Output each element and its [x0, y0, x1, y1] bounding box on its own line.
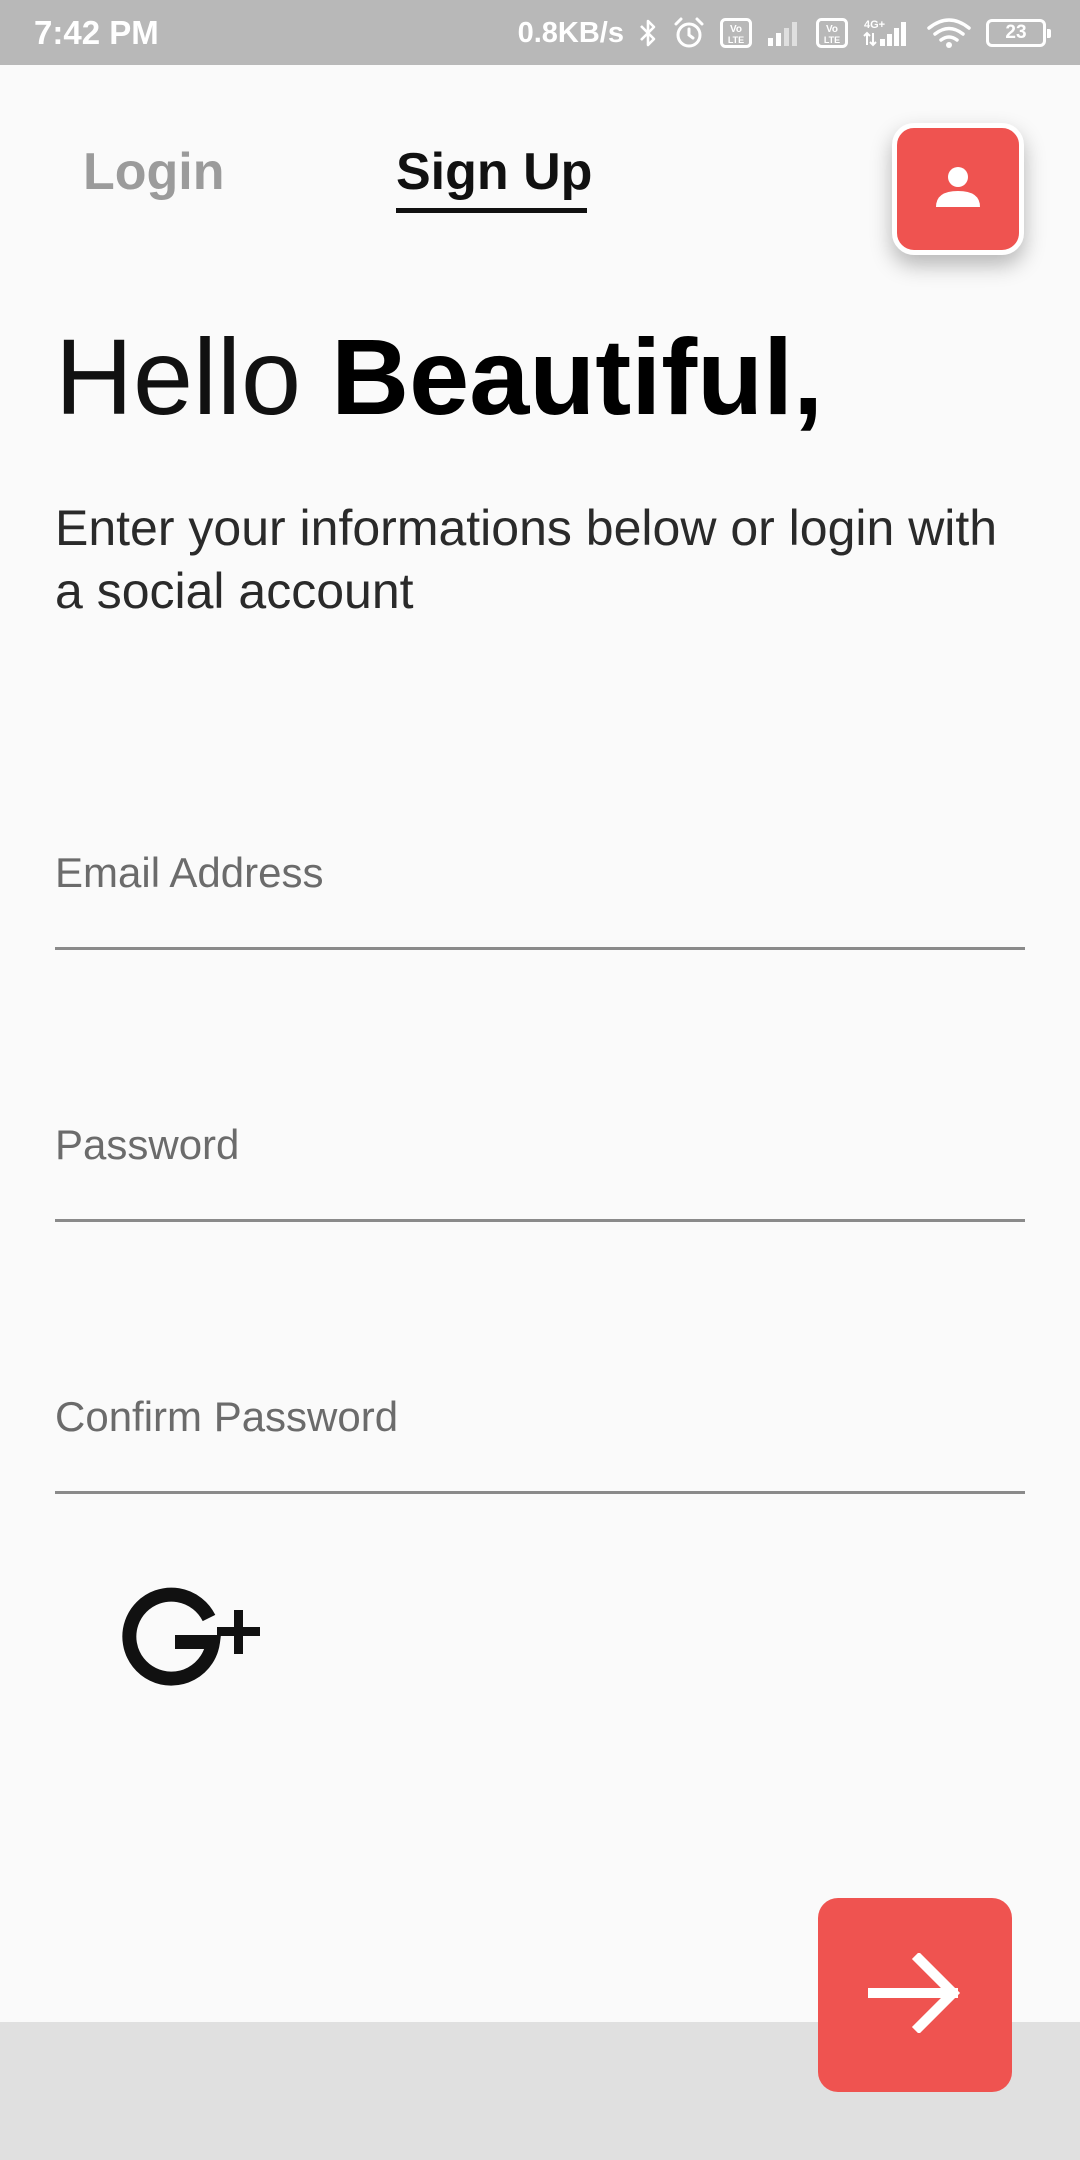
status-time: 7:42 PM	[34, 14, 159, 51]
headline-light: Hello	[55, 316, 302, 437]
google-plus-button[interactable]	[115, 1580, 275, 1690]
status-icons: 0.8KB/s Vo LTE Vo LTE 4G+ 23	[517, 10, 1051, 56]
email-input[interactable]	[55, 849, 1025, 897]
google-plus-icon	[122, 1587, 260, 1686]
arrow-right-icon	[867, 1951, 963, 2038]
password-field	[55, 1102, 1025, 1222]
profile-button[interactable]	[892, 123, 1024, 255]
bluetooth-icon	[638, 17, 658, 49]
status-bar: 7:42 PM 0.8KB/s Vo LTE Vo LTE 4G+ 23	[0, 0, 1080, 65]
email-field	[55, 830, 1025, 950]
confirm-password-field	[55, 1374, 1025, 1494]
svg-text:4G+: 4G+	[864, 19, 885, 31]
svg-text:LTE: LTE	[824, 35, 840, 45]
tab-signup[interactable]: Sign Up	[396, 142, 592, 202]
page-title: Hello Beautiful,	[55, 312, 823, 442]
signal-icon	[766, 18, 802, 48]
password-input[interactable]	[55, 1121, 1025, 1169]
headline-bold: Beautiful,	[331, 316, 824, 437]
wifi-icon	[926, 17, 972, 49]
person-icon	[932, 161, 984, 218]
svg-text:Vo: Vo	[730, 24, 742, 35]
volte-icon-2: Vo LTE	[816, 18, 848, 48]
svg-text:LTE: LTE	[728, 35, 744, 45]
svg-text:Vo: Vo	[826, 24, 838, 35]
tab-login[interactable]: Login	[83, 142, 225, 202]
network-speed: 0.8KB/s	[517, 16, 624, 49]
confirm-password-input[interactable]	[55, 1393, 1025, 1441]
battery-icon: 23	[986, 19, 1051, 47]
volte-icon: Vo LTE	[720, 18, 752, 48]
alarm-icon	[672, 16, 706, 50]
active-tab-indicator	[396, 208, 587, 213]
4g-signal-icon: 4G+	[862, 17, 912, 49]
page-subtitle: Enter your informations below or login w…	[55, 500, 998, 619]
next-button[interactable]	[818, 1898, 1012, 2092]
battery-level: 23	[1005, 22, 1027, 43]
